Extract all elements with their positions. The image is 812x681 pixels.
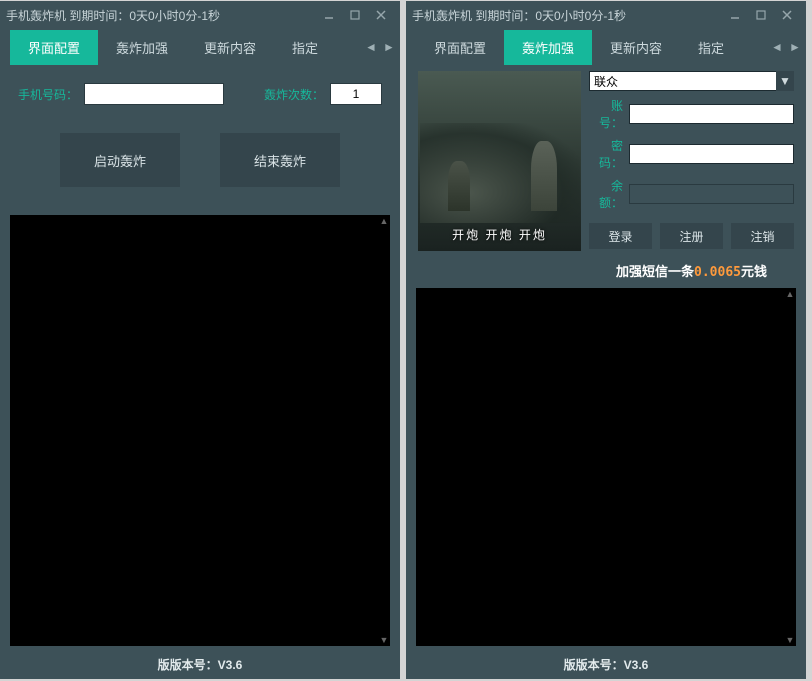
minimize-button[interactable] [316,5,342,25]
scroll-up-icon[interactable]: ▲ [379,216,389,226]
scroll-down-icon[interactable]: ▼ [379,635,389,645]
register-button[interactable]: 注册 [660,223,723,249]
account-label: 账号： [589,97,623,131]
window-right: 手机轰炸机 到期时间：0天0小时0分-1秒 界面配置 轰炸加强 更新内容 指定 … [406,1,806,679]
start-button[interactable]: 启动轰炸 [60,133,180,187]
tab-updates[interactable]: 更新内容 [592,30,680,65]
login-form: 联众 ▼ 账号： 密码： 余额： 登录 注册 注销 [589,71,794,280]
dropdown-icon[interactable]: ▼ [776,71,794,91]
maximize-button[interactable] [748,5,774,25]
stop-button[interactable]: 结束轰炸 [220,133,340,187]
tab-scroll-right-icon[interactable]: ► [786,33,804,61]
window-controls [722,5,800,25]
count-label: 轰炸次数： [264,86,324,103]
tab-updates[interactable]: 更新内容 [186,30,274,65]
close-button[interactable] [368,5,394,25]
content-right: 开炮 开炮 开炮 联众 ▼ 账号： 密码： 余额： [406,65,806,679]
count-input[interactable] [330,83,382,105]
tab-specify[interactable]: 指定 [680,30,742,65]
login-button[interactable]: 登录 [589,223,652,249]
titlebar: 手机轰炸机 到期时间：0天0小时0分-1秒 [0,1,400,29]
password-input[interactable] [629,144,794,164]
log-area[interactable]: ▲ ▼ [416,288,796,646]
account-input[interactable] [629,104,794,124]
tab-boost[interactable]: 轰炸加强 [504,30,592,65]
tab-interface-config[interactable]: 界面配置 [416,30,504,65]
balance-display [629,184,794,204]
phone-label: 手机号码： [18,86,78,103]
provider-select[interactable]: 联众 ▼ [589,71,794,91]
version-label: 版版本号：V3.6 [8,652,392,679]
scroll-down-icon[interactable]: ▼ [785,635,795,645]
boost-panel: 开炮 开炮 开炮 联众 ▼ 账号： 密码： 余额： [414,65,798,284]
balance-label: 余额： [589,177,623,211]
window-title: 手机轰炸机 到期时间：0天0小时0分-1秒 [6,7,316,24]
version-label: 版版本号：V3.6 [414,652,798,679]
input-row: 手机号码： 轰炸次数： [8,65,392,113]
video-thumbnail[interactable]: 开炮 开炮 开炮 [418,71,581,251]
provider-selected: 联众 [594,73,618,90]
tab-scroll-left-icon[interactable]: ◄ [362,33,380,61]
scroll-up-icon[interactable]: ▲ [785,289,795,299]
button-row: 启动轰炸 结束轰炸 [8,113,392,211]
maximize-button[interactable] [342,5,368,25]
tab-interface-config[interactable]: 界面配置 [10,30,98,65]
tab-scroll-left-icon[interactable]: ◄ [768,33,786,61]
tab-boost[interactable]: 轰炸加强 [98,30,186,65]
titlebar: 手机轰炸机 到期时间：0天0小时0分-1秒 [406,1,806,29]
phone-input[interactable] [84,83,224,105]
password-label: 密码： [589,137,623,171]
window-left: 手机轰炸机 到期时间：0天0小时0分-1秒 界面配置 轰炸加强 更新内容 指定 … [0,1,400,679]
tabs: 界面配置 轰炸加强 更新内容 指定 ◄ ► [406,29,806,65]
tabs: 界面配置 轰炸加强 更新内容 指定 ◄ ► [0,29,400,65]
video-subtitle: 开炮 开炮 开炮 [418,226,581,243]
window-title: 手机轰炸机 到期时间：0天0小时0分-1秒 [412,7,722,24]
log-area[interactable]: ▲ ▼ [10,215,390,646]
content-left: 手机号码： 轰炸次数： 启动轰炸 结束轰炸 ▲ ▼ 版版本号：V3.6 [0,65,400,679]
minimize-button[interactable] [722,5,748,25]
close-button[interactable] [774,5,800,25]
tab-specify[interactable]: 指定 [274,30,336,65]
price-note: 加强短信一条0.0065元钱 [589,255,794,280]
tab-scroll-right-icon[interactable]: ► [380,33,398,61]
window-controls [316,5,394,25]
logout-button[interactable]: 注销 [731,223,794,249]
